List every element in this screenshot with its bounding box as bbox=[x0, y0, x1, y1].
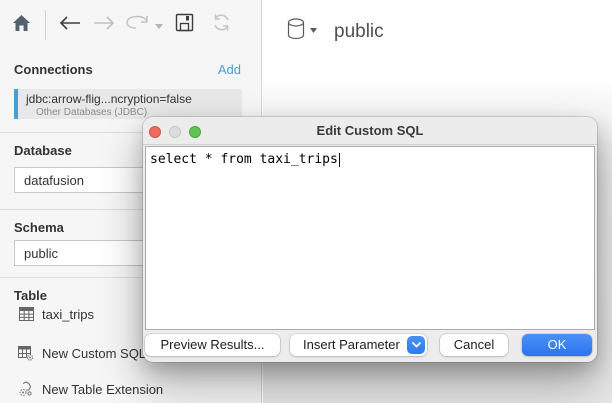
sql-text: select * from taxi_trips bbox=[150, 152, 338, 167]
redo-dropdown-button[interactable] bbox=[153, 10, 165, 40]
minimize-button[interactable] bbox=[169, 126, 181, 138]
refresh-icon bbox=[211, 12, 232, 38]
preview-results-button[interactable]: Preview Results... bbox=[145, 334, 280, 356]
ok-button[interactable]: OK bbox=[522, 334, 592, 356]
app-window: Connections Add jdbc:arrow-flig...ncrypt… bbox=[0, 0, 612, 403]
text-cursor bbox=[339, 153, 340, 167]
traffic-lights bbox=[149, 126, 201, 138]
cancel-button[interactable]: Cancel bbox=[440, 334, 508, 356]
sql-editor[interactable]: select * from taxi_trips bbox=[145, 146, 595, 330]
dialog-title: Edit Custom SQL bbox=[317, 123, 424, 138]
table-item-taxi-trips[interactable]: taxi_trips bbox=[18, 306, 94, 322]
new-table-extension[interactable]: New Table Extension bbox=[18, 381, 163, 397]
table-grid-icon bbox=[18, 306, 34, 322]
zoom-button[interactable] bbox=[189, 126, 201, 138]
schema-label: Schema bbox=[14, 220, 64, 235]
connections-header: Connections Add bbox=[14, 62, 241, 77]
toolbar-divider bbox=[45, 10, 46, 40]
insert-parameter-button[interactable]: Insert Parameter bbox=[290, 334, 427, 356]
new-custom-sql-icon bbox=[18, 345, 34, 361]
add-connection-link[interactable]: Add bbox=[218, 62, 241, 77]
edit-custom-sql-dialog: Edit Custom SQL select * from taxi_trips… bbox=[143, 117, 597, 362]
refresh-button[interactable] bbox=[205, 10, 237, 40]
database-dropdown-caret-icon[interactable] bbox=[310, 20, 317, 38]
dialog-titlebar[interactable]: Edit Custom SQL bbox=[143, 117, 597, 145]
database-label: Database bbox=[14, 143, 72, 158]
back-arrow-icon bbox=[59, 16, 81, 35]
insert-parameter-label: Insert Parameter bbox=[303, 337, 400, 352]
footer-left-buttons: Preview Results... Insert Parameter bbox=[145, 334, 427, 356]
insert-parameter-chevron[interactable] bbox=[407, 336, 425, 354]
connection-name: jdbc:arrow-flig...ncryption=false bbox=[26, 92, 242, 106]
database-select-value: datafusion bbox=[24, 173, 84, 188]
save-button[interactable] bbox=[169, 10, 199, 40]
save-icon bbox=[175, 13, 194, 37]
table-item-label: taxi_trips bbox=[42, 307, 94, 322]
home-button[interactable] bbox=[4, 10, 38, 40]
connections-title: Connections bbox=[14, 62, 93, 77]
forward-button[interactable] bbox=[89, 10, 119, 40]
close-button[interactable] bbox=[149, 126, 161, 138]
back-button[interactable] bbox=[55, 10, 85, 40]
home-icon bbox=[11, 13, 32, 38]
main-header: public bbox=[287, 18, 384, 45]
dialog-footer: Preview Results... Insert Parameter Canc… bbox=[143, 330, 597, 362]
redo-dropdown-caret-icon bbox=[155, 16, 163, 34]
new-custom-sql-label: New Custom SQL bbox=[42, 346, 146, 361]
new-table-extension-icon bbox=[18, 381, 34, 397]
redo-button[interactable] bbox=[123, 10, 153, 40]
new-table-extension-label: New Table Extension bbox=[42, 382, 163, 397]
schema-title: public bbox=[334, 21, 384, 43]
footer-right-buttons: Cancel OK bbox=[440, 334, 592, 356]
connection-item[interactable]: jdbc:arrow-flig...ncryption=false Other … bbox=[14, 89, 242, 119]
database-cylinder-icon bbox=[287, 18, 305, 45]
redo-icon bbox=[125, 15, 151, 36]
schema-select-value: public bbox=[24, 246, 58, 261]
forward-arrow-icon bbox=[93, 16, 115, 35]
table-label: Table bbox=[14, 288, 47, 303]
toolbar bbox=[0, 0, 262, 50]
new-custom-sql[interactable]: New Custom SQL bbox=[18, 345, 146, 361]
